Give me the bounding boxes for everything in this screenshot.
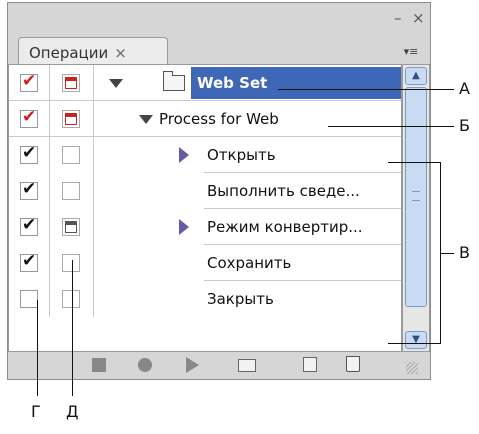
toggle-item-checkbox[interactable]: ✔ <box>20 215 38 236</box>
dialog-icon <box>65 221 77 233</box>
toggle-item-checkbox[interactable]: ✔ <box>20 71 38 92</box>
toggle-item-checkbox[interactable]: ✔ <box>20 251 38 272</box>
set-name: Web Set <box>197 74 268 92</box>
resize-grip-icon[interactable] <box>406 362 418 374</box>
tab-label: Операции <box>29 43 109 62</box>
expand-triangle-icon[interactable] <box>179 219 189 235</box>
toggle-dialog-checkbox[interactable] <box>62 74 80 92</box>
checkmark-icon: ✔ <box>22 143 37 163</box>
step-row[interactable]: ✔ Выполнить сведе... <box>9 173 401 209</box>
toggle-dialog-checkbox[interactable] <box>62 218 80 236</box>
actions-list: ✔ Web Set ✔ Process for Web ✔ Открыть ✔ … <box>8 64 402 352</box>
checkmark-icon: ✔ <box>22 107 37 127</box>
expand-triangle-icon[interactable] <box>139 115 153 124</box>
step-name: Открыть <box>207 146 276 164</box>
annotation-d: Д <box>66 402 79 421</box>
checkmark-icon: ✔ <box>22 71 37 91</box>
action-set-row[interactable]: ✔ Web Set <box>9 65 401 101</box>
toggle-dialog-checkbox[interactable] <box>62 290 80 308</box>
callout-line-b <box>328 126 454 127</box>
toggle-dialog-checkbox[interactable] <box>62 182 80 200</box>
minimize-button[interactable]: – <box>394 9 402 27</box>
new-action-icon[interactable] <box>303 357 317 372</box>
play-icon[interactable] <box>186 357 199 373</box>
toggle-dialog-checkbox[interactable] <box>62 110 80 128</box>
toggle-item-checkbox[interactable] <box>20 290 38 308</box>
folder-icon <box>163 71 185 91</box>
toggle-dialog-checkbox[interactable] <box>62 254 80 272</box>
checkmark-icon: ✔ <box>22 251 37 271</box>
annotation-b: Б <box>459 116 470 135</box>
callout-line-d <box>72 260 73 396</box>
record-icon[interactable] <box>138 358 152 372</box>
action-row[interactable]: ✔ Process for Web <box>9 101 401 137</box>
scroll-up-arrow-icon[interactable]: ▲ <box>405 67 427 85</box>
callout-line-a <box>278 89 454 90</box>
expand-triangle-icon[interactable] <box>109 79 123 88</box>
dialog-icon <box>65 77 77 89</box>
dialog-icon <box>65 113 77 125</box>
toggle-item-checkbox[interactable]: ✔ <box>20 143 38 164</box>
delete-icon[interactable] <box>346 356 360 372</box>
expand-triangle-icon[interactable] <box>179 147 189 163</box>
callout-line-v-top <box>388 162 440 163</box>
annotation-g: Г <box>31 402 41 421</box>
toggle-item-checkbox[interactable]: ✔ <box>20 107 38 128</box>
annotation-v: В <box>459 243 470 262</box>
grip-icon <box>412 191 420 201</box>
tab-actions[interactable]: Операции × <box>18 37 168 67</box>
checkmark-icon: ✔ <box>22 179 37 199</box>
scrollbar-thumb[interactable] <box>405 87 427 307</box>
scroll-down-arrow-icon[interactable]: ▼ <box>405 331 427 349</box>
toggle-dialog-checkbox[interactable] <box>62 146 80 164</box>
panel-menu-button[interactable]: ▾≡ <box>400 43 422 61</box>
callout-line-v-mid <box>440 253 454 254</box>
close-panel-button[interactable]: × <box>412 9 425 27</box>
step-row[interactable]: ✔ Открыть <box>9 137 401 173</box>
tab-close-icon[interactable]: × <box>114 44 127 62</box>
step-row[interactable]: ✔ Сохранить <box>9 245 401 281</box>
new-set-icon[interactable] <box>238 359 256 372</box>
actions-toolbar <box>8 352 424 378</box>
step-row[interactable]: Закрыть <box>9 281 401 317</box>
annotation-a: А <box>459 79 470 98</box>
action-name: Process for Web <box>159 110 279 128</box>
step-name: Режим конвертир... <box>207 218 363 236</box>
step-row[interactable]: ✔ Режим конвертир... <box>9 209 401 245</box>
callout-line-g <box>37 300 38 396</box>
stop-icon[interactable] <box>92 358 106 372</box>
step-name: Сохранить <box>207 254 292 272</box>
checkmark-icon: ✔ <box>22 215 37 235</box>
vertical-scrollbar[interactable]: ▲ ▼ <box>402 64 430 352</box>
callout-line-v-bottom <box>388 343 440 344</box>
step-name: Выполнить сведе... <box>207 182 360 200</box>
step-name: Закрыть <box>207 290 274 308</box>
toggle-item-checkbox[interactable]: ✔ <box>20 179 38 200</box>
